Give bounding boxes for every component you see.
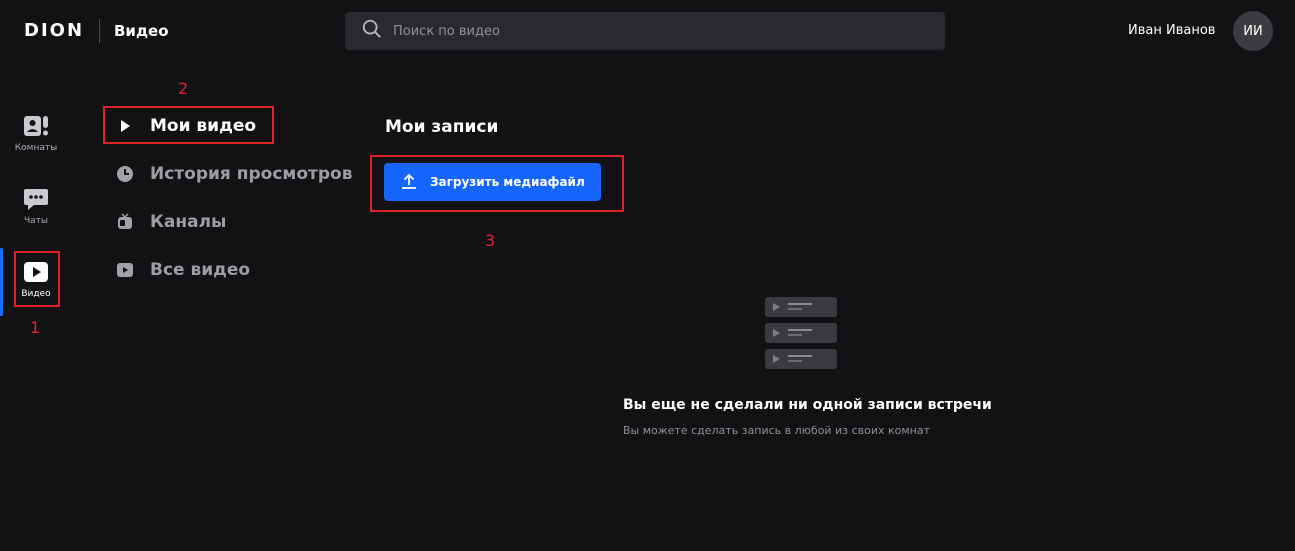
empty-state-title: Вы еще не сделали ни одной записи встреч… — [623, 397, 992, 413]
search-icon — [361, 18, 383, 44]
user-name[interactable]: Иван Иванов — [1128, 23, 1215, 38]
page-title: Видео — [114, 22, 169, 40]
avatar[interactable]: ИИ — [1233, 11, 1273, 51]
rail-item-chats[interactable]: Чаты — [0, 186, 72, 226]
placeholder-card — [765, 349, 837, 369]
subnav-all-videos[interactable]: Все видео — [116, 260, 250, 280]
highlight-box-3 — [370, 155, 624, 212]
rail-item-label: Комнаты — [14, 143, 58, 153]
subnav-channels[interactable]: Каналы — [116, 212, 226, 232]
annotation-number-2: 2 — [178, 79, 189, 98]
chat-icon — [23, 186, 49, 212]
subnav-label: История просмотров — [150, 164, 353, 184]
annotation-number-1: 1 — [30, 318, 41, 337]
placeholder-card — [765, 323, 837, 343]
app-root: DION Видео Иван Иванов ИИ Комнаты — [0, 0, 1295, 551]
content-title: Мои записи — [385, 117, 499, 137]
highlight-box-1 — [14, 251, 60, 307]
rail-item-label: Чаты — [23, 216, 49, 226]
subnav-label: Каналы — [150, 212, 227, 232]
search-bar[interactable] — [345, 12, 945, 50]
clock-icon — [116, 165, 134, 183]
video-play-icon — [116, 261, 134, 279]
annotation-number-3: 3 — [485, 231, 496, 250]
rooms-icon — [23, 113, 49, 139]
subnav-label: Все видео — [150, 260, 251, 280]
tv-icon — [116, 213, 134, 231]
highlight-box-2 — [103, 106, 274, 144]
search-input[interactable] — [393, 23, 913, 39]
rail-item-rooms[interactable]: Комнаты — [0, 113, 72, 153]
empty-state-subtitle: Вы можете сделать запись в любой из свои… — [623, 424, 930, 437]
header-divider — [99, 19, 100, 43]
dion-logo[interactable]: DION — [24, 20, 84, 41]
subnav-history[interactable]: История просмотров — [116, 164, 352, 184]
placeholder-card — [765, 297, 837, 317]
